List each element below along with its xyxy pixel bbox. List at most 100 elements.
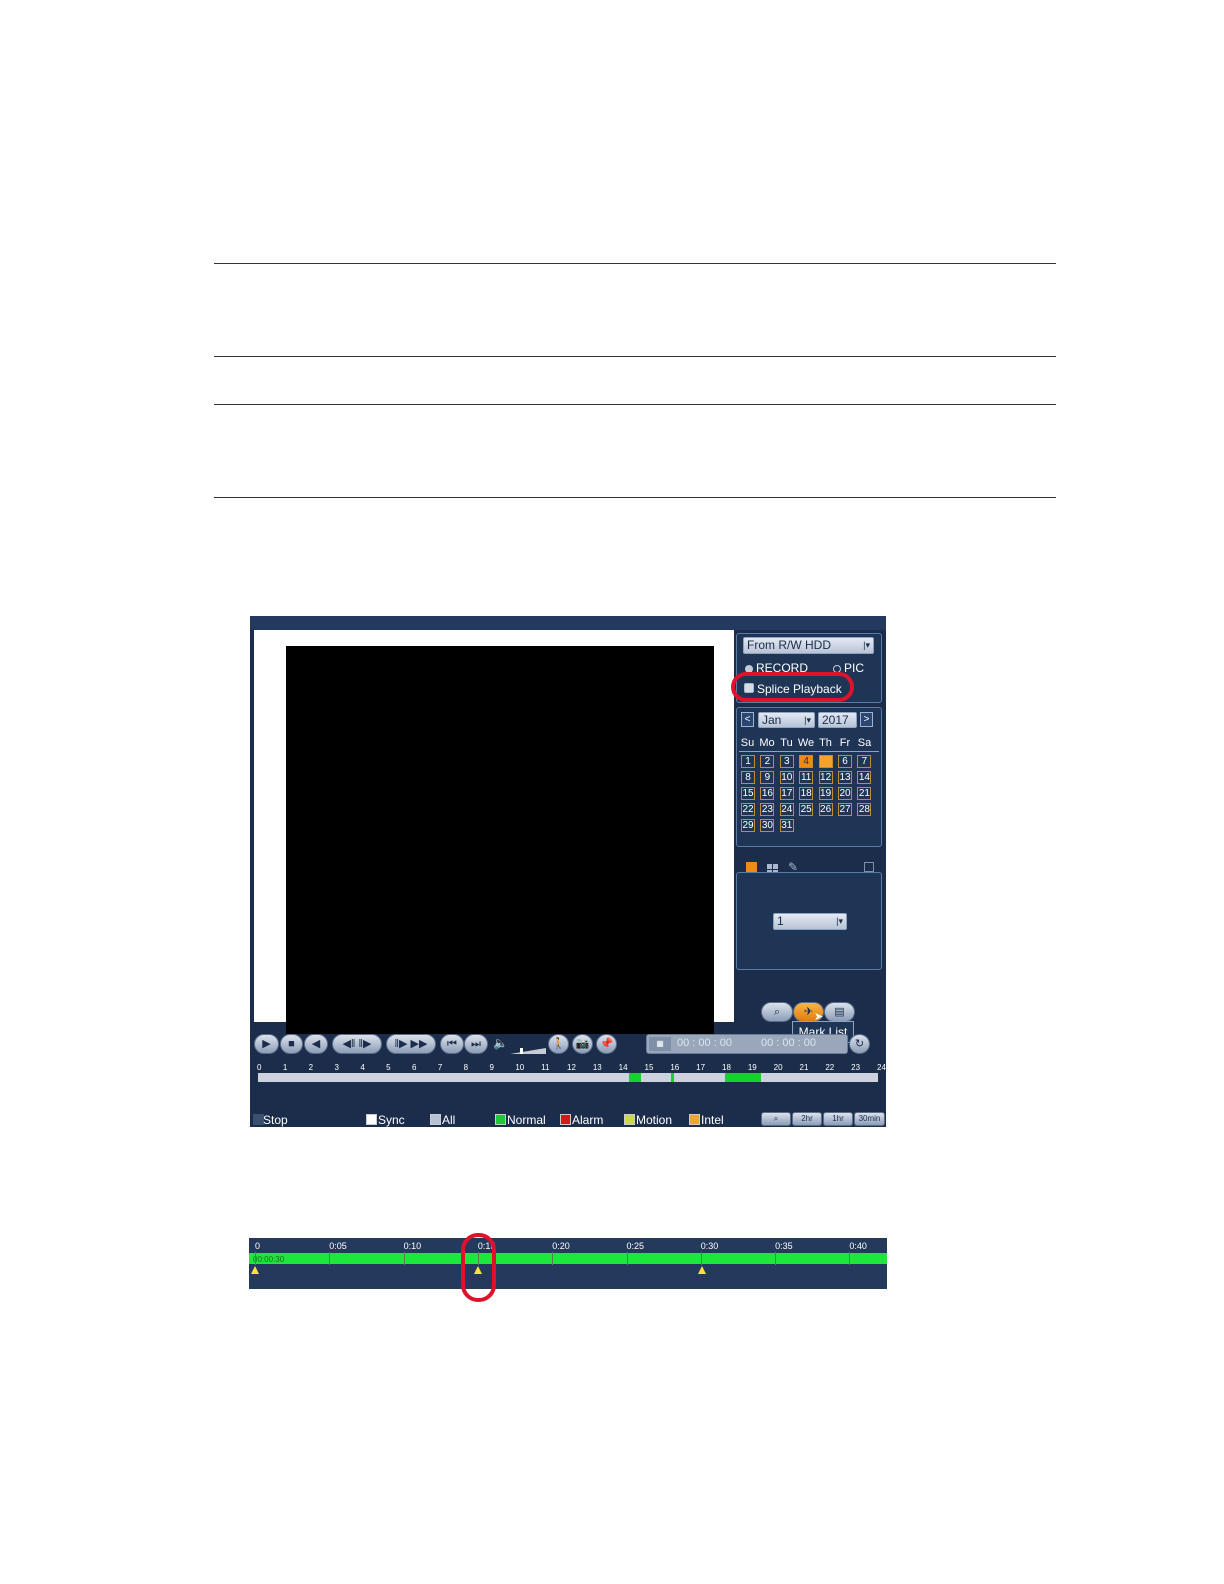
fast-button[interactable]: ‖▶ ▶▶	[386, 1034, 436, 1054]
fullscreen-icon[interactable]	[864, 862, 874, 872]
calendar-day[interactable]: 2	[760, 755, 775, 768]
timeline-tick-label: 4	[360, 1063, 365, 1072]
prev-month-button[interactable]: <	[741, 712, 754, 727]
calendar-day[interactable]: 10	[779, 771, 794, 784]
search-icon: ⌕	[773, 1006, 781, 1018]
calendar-day[interactable]: 23	[760, 803, 775, 816]
calendar-day[interactable]: 26	[818, 803, 833, 816]
play-backward-button[interactable]: ◀	[304, 1034, 328, 1054]
source-select-value: From R/W HDD	[747, 638, 831, 652]
time-go-button[interactable]: ↻	[849, 1034, 870, 1054]
play-button[interactable]: ▶	[254, 1034, 279, 1054]
month-select[interactable]: Jan |▾	[758, 712, 815, 728]
zoom-2hr-button[interactable]: 2hr	[792, 1112, 822, 1126]
previous-day-button[interactable]: ⏮	[440, 1034, 464, 1054]
motion-label: Motion	[636, 1113, 673, 1127]
calendar-day[interactable]: 14	[857, 771, 872, 784]
calendar-day[interactable]: 24	[779, 803, 794, 816]
calendar-day[interactable]: 18	[799, 787, 814, 800]
snapshot-button[interactable]: 📷	[572, 1034, 593, 1054]
calendar-day[interactable]: 17	[779, 787, 794, 800]
slow-button[interactable]: ◀‖ ‖▶	[332, 1034, 382, 1054]
calendar-day[interactable]: 6	[838, 755, 852, 768]
window-title-bar	[250, 616, 886, 630]
ivs-person-button[interactable]: 🚶	[548, 1034, 569, 1054]
calendar-day[interactable]: 13	[838, 771, 852, 784]
file-list-button[interactable]: ▤	[824, 1002, 855, 1022]
calendar-day[interactable]: 16	[760, 787, 775, 800]
year-field[interactable]: 2017	[818, 712, 857, 728]
calendar-day[interactable]: 15	[741, 787, 755, 800]
zoom-tick-label: 0:05	[329, 1241, 347, 1251]
intel-checkbox[interactable]	[689, 1114, 700, 1125]
zoom-24hr-button[interactable]: ⌕	[761, 1112, 791, 1126]
calendar-day[interactable]: 4	[799, 755, 814, 768]
calendar-day[interactable]: 3	[779, 755, 794, 768]
weekday-label: We	[797, 737, 815, 749]
timeline-tick-label: 6	[412, 1063, 417, 1072]
mark-triangle-icon[interactable]	[698, 1266, 706, 1274]
table-rule-3	[214, 404, 1056, 405]
timeline-tick-label: 22	[825, 1063, 835, 1072]
calendar-day[interactable]: 20	[838, 787, 852, 800]
zoom-tick-label: 0:25	[626, 1241, 645, 1251]
timeline-tick-label: 2	[308, 1063, 314, 1072]
volume-icon[interactable]: 🔈	[493, 1036, 508, 1050]
zoomed-timeline[interactable]: 00:00:30 0 0:05 0:10 0:15 0:20 0:25 0:30 0:35 0:…	[249, 1238, 887, 1289]
current-time-label: 00:00:30	[253, 1255, 285, 1264]
video-display[interactable]	[286, 646, 714, 1034]
calendar-day[interactable]: 7	[857, 755, 872, 768]
alarm-checkbox[interactable]	[560, 1114, 571, 1125]
timeline-bar[interactable]	[258, 1073, 878, 1082]
table-rule-1	[214, 263, 1056, 264]
calendar-day[interactable]: 21	[857, 787, 872, 800]
motion-checkbox[interactable]	[624, 1114, 635, 1125]
mark-triangle-icon[interactable]	[251, 1266, 259, 1274]
normal-checkbox[interactable]	[495, 1114, 506, 1125]
zoom-gridline	[255, 1252, 256, 1265]
calendar-day[interactable]: 5	[818, 755, 833, 768]
zoom-tick-label: 0:40	[849, 1241, 867, 1251]
time-set-icon: ▦	[649, 1037, 671, 1051]
calendar-day[interactable]: 27	[838, 803, 852, 816]
volume-slider[interactable]	[510, 1041, 546, 1054]
calendar-day[interactable]: 1	[741, 755, 755, 768]
calendar-day[interactable]: 11	[799, 771, 814, 784]
calendar-day[interactable]: 9	[760, 771, 775, 784]
calendar-day[interactable]: 22	[741, 803, 755, 816]
calendar-day[interactable]: 28	[857, 803, 872, 816]
all-checkbox[interactable]	[430, 1114, 441, 1125]
calendar-day[interactable]: 25	[799, 803, 814, 816]
next-month-button[interactable]: >	[860, 712, 873, 727]
smart-search-button[interactable]: ⌕	[761, 1002, 793, 1022]
timeline-tick-label: 15	[644, 1063, 654, 1072]
stop-label: Stop	[263, 1113, 288, 1127]
calendar-day[interactable]: 19	[818, 787, 833, 800]
all-label: All	[442, 1113, 456, 1127]
table-rule-2	[214, 356, 1056, 357]
time-end: 00 : 00 : 00	[761, 1037, 817, 1049]
weekday-label: Mo	[759, 737, 775, 749]
zoom-30min-label: 30min	[858, 1114, 881, 1123]
weekday-label: Sa	[857, 737, 872, 749]
zoom-30min-button[interactable]: 30min	[854, 1112, 885, 1126]
chevron-down-icon: |▾	[863, 640, 870, 650]
calendar-day[interactable]: 12	[818, 771, 833, 784]
timeline-tick-label: 18	[722, 1063, 731, 1072]
pin-button[interactable]: 📌	[596, 1034, 617, 1054]
zoom-1hr-button[interactable]: 1hr	[823, 1112, 853, 1126]
zoom-gridline	[700, 1252, 702, 1265]
calendar-day[interactable]: 8	[741, 771, 755, 784]
stop-button[interactable]: ■	[280, 1034, 303, 1054]
splice-highlight-ring	[731, 672, 854, 702]
next-day-button[interactable]: ⏭	[464, 1034, 488, 1054]
calendar-day[interactable]: 29	[741, 819, 755, 832]
time-field[interactable]: ▦ 00 : 00 : 00 00 : 00 : 00	[646, 1034, 848, 1054]
calendar-day[interactable]: 31	[779, 819, 794, 832]
source-select[interactable]: From R/W HDD |▾	[743, 637, 874, 654]
channel-select[interactable]: 1 |▾	[773, 913, 847, 930]
video-area[interactable]	[254, 630, 734, 1034]
zoom-tick-label: 0:30	[700, 1241, 719, 1251]
calendar-day[interactable]: 30	[760, 819, 775, 832]
sync-checkbox[interactable]	[366, 1114, 377, 1125]
